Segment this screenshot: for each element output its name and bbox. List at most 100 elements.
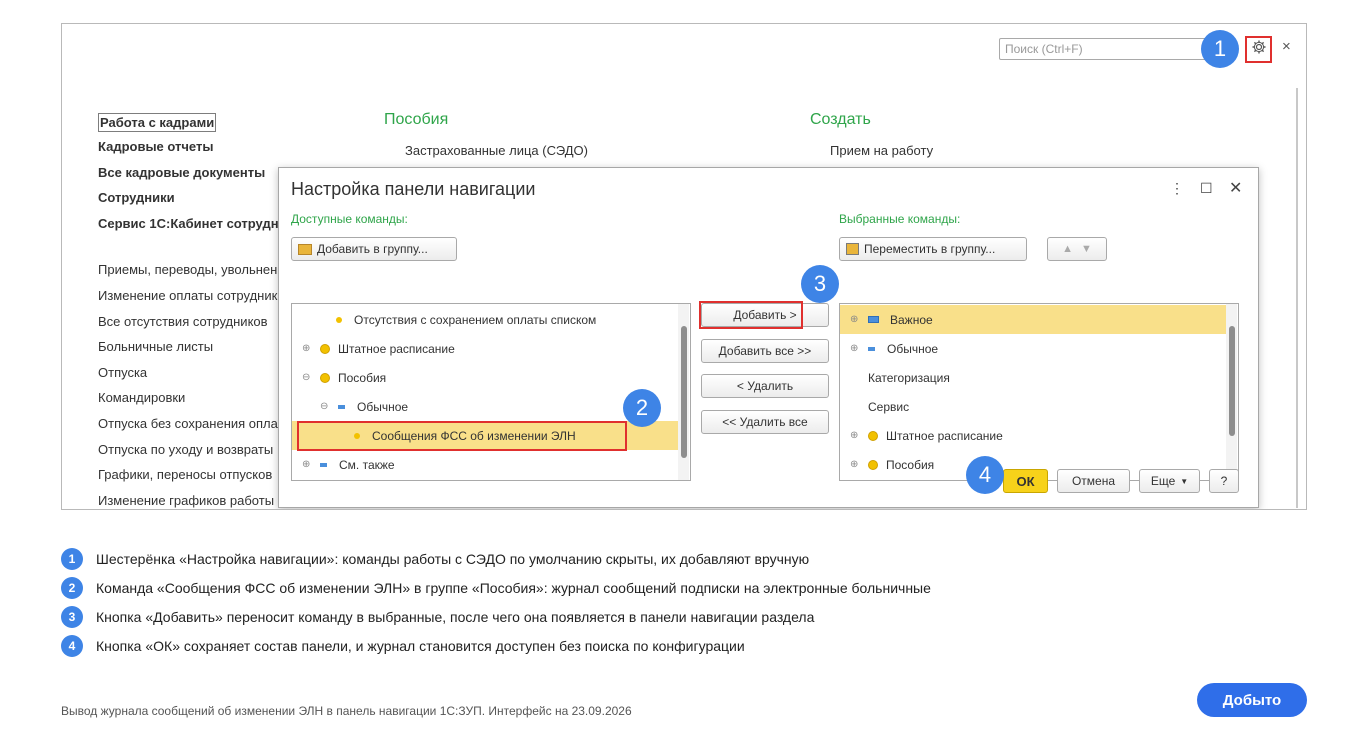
callout-4: 4: [966, 456, 1004, 494]
expand-icon[interactable]: ⊕: [850, 343, 862, 354]
note-text: Кнопка «Добавить» переносит команду в вы…: [96, 609, 815, 625]
yellow-circle-icon: [320, 372, 330, 383]
benefits-link[interactable]: Застрахованные лица (СЭДО): [405, 143, 588, 158]
list-item-label: Категоризация: [868, 370, 950, 385]
section-title-create: Создать: [810, 111, 871, 128]
close-icon[interactable]: ×: [1282, 38, 1291, 55]
left-nav-item[interactable]: Отпуска по уходу и возвраты: [98, 442, 273, 457]
left-nav-item[interactable]: Отпуска без сохранения опла: [98, 416, 278, 431]
yellow-circle-icon: [868, 459, 878, 470]
left-nav-item[interactable]: Командировки: [98, 390, 185, 405]
expand-icon[interactable]: ⊕: [302, 459, 314, 470]
available-list-item[interactable]: ⊖ Обычное: [292, 392, 678, 421]
expand-icon[interactable]: ⊕: [302, 343, 314, 354]
available-list-scrollbar[interactable]: [678, 304, 689, 480]
move-to-group-button[interactable]: Переместить в группу...: [839, 237, 1027, 261]
more-menu-icon[interactable]: ⋮: [1170, 180, 1184, 197]
cancel-button[interactable]: Отмена: [1057, 469, 1130, 493]
expand-icon[interactable]: ⊕: [850, 314, 862, 325]
list-item-label: Обычное: [887, 341, 939, 356]
expand-icon[interactable]: ⊕: [850, 459, 862, 470]
left-nav-item[interactable]: Все кадровые документы: [98, 165, 265, 180]
available-commands-label: Доступные команды:: [291, 212, 408, 226]
section-title-benefits: Пособия: [384, 111, 449, 128]
left-nav-item[interactable]: Графики, переносы отпусков: [98, 467, 272, 482]
arrow-down-icon[interactable]: ▼: [1081, 243, 1092, 255]
available-list-item[interactable]: ⊕ См. также: [292, 450, 678, 479]
expand-icon[interactable]: ⊕: [850, 430, 862, 441]
navigation-settings-dialog: Настройка панели навигации ⋮ ☐ ✕ Доступн…: [278, 167, 1259, 508]
selected-list-item[interactable]: ⊕ Обычное: [840, 334, 1226, 363]
callout-1: 1: [1201, 30, 1239, 68]
note-text: Кнопка «ОК» сохраняет состав панели, и ж…: [96, 638, 745, 654]
available-list-item[interactable]: ⊖ Пособия: [292, 363, 678, 392]
screenshot-frame: Поиск (Ctrl+F) × Работа с кадрами Кадровы…: [61, 23, 1307, 510]
help-button[interactable]: ?: [1209, 469, 1239, 493]
close-dialog-icon[interactable]: ✕: [1229, 178, 1242, 198]
collapse-icon[interactable]: ⊖: [320, 401, 332, 412]
available-list-item[interactable]: Отсутствия с сохранением оплаты списком: [292, 305, 678, 334]
selected-list-item[interactable]: ⊕ Важное: [840, 305, 1226, 334]
page-scrollbar[interactable]: [1296, 88, 1298, 508]
callout-3: 3: [801, 265, 839, 303]
left-nav-item[interactable]: Сервис 1С:Кабинет сотрудн: [98, 216, 279, 231]
more-button[interactable]: Еще ▼: [1139, 469, 1200, 493]
selected-list-item[interactable]: Сервис: [840, 392, 1226, 421]
move-icon: [846, 243, 859, 255]
scroll-thumb[interactable]: [1229, 326, 1235, 436]
note-item: 4 Кнопка «ОК» сохраняет состав панели, и …: [61, 635, 745, 657]
selected-commands-label: Выбранные команды:: [839, 212, 961, 226]
dialog-title: Настройка панели навигации: [291, 179, 536, 199]
small-dot-icon: [336, 316, 342, 323]
yellow-circle-icon: [868, 430, 878, 441]
selected-list-item[interactable]: ⊕ Штатное расписание: [840, 421, 1226, 450]
chevron-down-icon: ▼: [1180, 476, 1189, 486]
add-to-group-button[interactable]: Добавить в группу...: [291, 237, 457, 261]
create-link[interactable]: Прием на работу: [830, 143, 933, 158]
yellow-circle-icon: [320, 343, 330, 354]
left-nav-item[interactable]: Работа с кадрами: [98, 113, 217, 132]
done-button[interactable]: Добыто: [1197, 683, 1307, 717]
list-item-label: См. также: [339, 457, 395, 472]
note-number-badge: 4: [61, 635, 83, 657]
ok-button[interactable]: ОК: [1003, 469, 1048, 493]
remove-button[interactable]: < Удалить: [701, 374, 829, 398]
selected-list-scrollbar[interactable]: [1226, 304, 1237, 480]
note-item: 3 Кнопка «Добавить» переносит команду в в…: [61, 606, 814, 628]
list-item-label: Обычное: [357, 399, 409, 414]
remove-all-button[interactable]: << Удалить все: [701, 410, 829, 434]
blue-rect-icon: [868, 316, 879, 323]
collapse-icon[interactable]: ⊖: [302, 372, 314, 383]
highlight-frame-2: [297, 421, 627, 451]
left-nav-item[interactable]: Приемы, переводы, увольнен: [98, 262, 277, 277]
left-nav-item[interactable]: Отпуска: [98, 365, 147, 380]
settings-button[interactable]: [1245, 36, 1272, 63]
move-buttons: ▲ ▼: [1047, 237, 1107, 261]
callout-2: 2: [623, 389, 661, 427]
add-all-button[interactable]: Добавить все >>: [701, 339, 829, 363]
list-item-label: Штатное расписание: [886, 428, 1003, 443]
left-nav-item[interactable]: Сотрудники: [98, 190, 175, 205]
list-item-label: Штатное расписание: [338, 341, 455, 356]
scroll-thumb[interactable]: [681, 326, 687, 458]
note-item: 1 Шестерёнка «Настройка навигации»: коман…: [61, 548, 809, 570]
gear-icon: [1251, 39, 1267, 60]
selected-list-item[interactable]: Категоризация: [840, 363, 1226, 392]
search-input[interactable]: Поиск (Ctrl+F): [999, 38, 1207, 60]
left-nav-item[interactable]: Изменение оплаты сотрудник: [98, 288, 277, 303]
available-list-item[interactable]: ⊕ Штатное расписание: [292, 334, 678, 363]
left-nav-item[interactable]: Все отсутствия сотрудников: [98, 314, 268, 329]
note-number-badge: 3: [61, 606, 83, 628]
left-nav-item[interactable]: Кадровые отчеты: [98, 139, 213, 154]
list-item-label: Пособия: [338, 370, 387, 385]
selected-commands-list[interactable]: ⊕ Важное ⊕ Обычное Категоризация Сервис ⊕ Штатн…: [839, 303, 1239, 481]
left-nav-item[interactable]: Изменение графиков работы с: [98, 493, 284, 508]
blue-dash-icon: [320, 462, 327, 467]
footer-caption: Вывод журнала сообщений об изменении ЭЛН…: [61, 704, 632, 718]
folder-icon: [298, 243, 312, 255]
arrow-up-icon[interactable]: ▲: [1062, 243, 1073, 255]
note-text: Шестерёнка «Настройка навигации»: команд…: [96, 551, 810, 567]
left-nav-item[interactable]: Больничные листы: [98, 339, 213, 354]
maximize-icon[interactable]: ☐: [1200, 180, 1213, 197]
list-item-label: Сервис: [868, 399, 910, 414]
